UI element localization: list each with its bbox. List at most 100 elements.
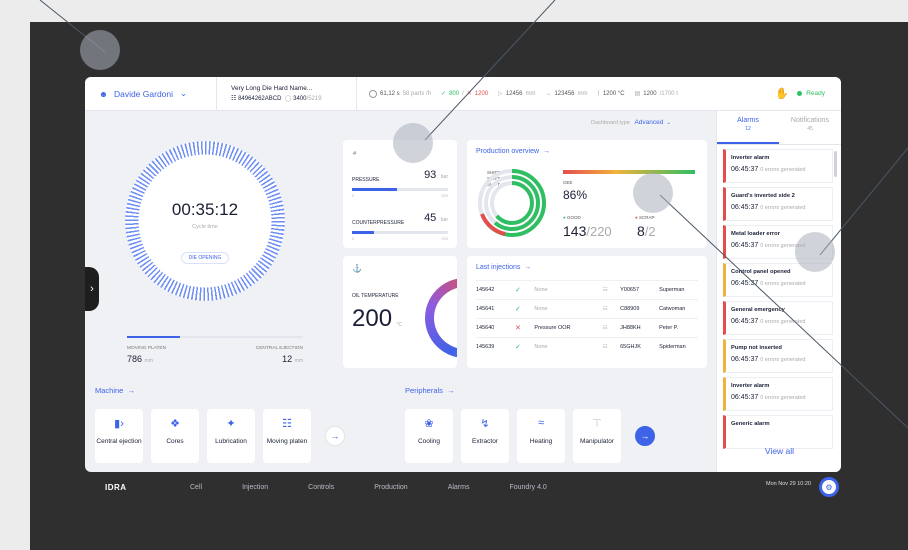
production-overview-title[interactable]: Production overview → [476, 148, 698, 155]
nav-item-cell[interactable]: Cell [190, 484, 202, 491]
view-all-button[interactable]: View all [717, 446, 841, 456]
tile-cores[interactable]: ❖ Cores [151, 409, 199, 463]
tile-central-ejection[interactable]: ▮› Central ejection [95, 409, 143, 463]
arrow-right-icon: → [542, 148, 550, 155]
status-text: Ready [806, 90, 825, 97]
tab-notifications[interactable]: Notifications 45 [779, 111, 841, 144]
counterpressure-bar [352, 231, 448, 234]
oil-temperature-value: 200 [352, 305, 393, 332]
counter-icon: ◯ [284, 96, 292, 102]
central-ejection-label: CENTRAL EJECTION [255, 346, 303, 351]
injection-note: Pressure OOR [534, 325, 571, 331]
barcode-icon: ☷ [231, 96, 237, 102]
nav-item-production[interactable]: Production [374, 484, 407, 491]
good-legend: ● GOOD [563, 215, 581, 220]
alarm-item[interactable]: General emergency 06:45:37 0 errors gener… [723, 301, 833, 335]
injections-table: 145642 ✓ None ☷ Y00657 Superman 145641 ✓ None ☷ C8… [476, 280, 698, 356]
alarm-detail: 06:45:37 0 errors generated [731, 394, 827, 401]
alarm-time: 06:45:37 [731, 394, 759, 401]
fan-icon: ❀ [424, 418, 434, 430]
moving-platen-readout: 786 mm [127, 354, 153, 364]
last-injections-title[interactable]: Last injections → [476, 264, 698, 271]
alarm-item[interactable]: Pump not inserted 06:45:37 0 errors gener… [723, 339, 833, 373]
scrap-legend: ● SCRAP [635, 215, 655, 220]
nav-item-controls[interactable]: Controls [308, 484, 334, 491]
last-injections-card: Last injections → 145642 ✓ None ☷ Y00657 Supe… [467, 256, 707, 368]
scrap-readout: 8/2 [637, 223, 656, 239]
status-dot [797, 91, 803, 96]
alarm-note: 0 errors generated [760, 357, 806, 363]
arrow-right-icon: → [330, 431, 340, 441]
dashboard-type-selector[interactable]: Dashboard type Advanced ⌄ [591, 119, 671, 126]
tile-cooling[interactable]: ❀ Cooling [405, 409, 453, 463]
logo: IDRA [105, 482, 127, 492]
settings-button[interactable]: ⚙ [819, 477, 839, 497]
cores-icon: ❖ [170, 418, 180, 430]
oil-temperature-card: ⚓ OIL TEMPERATURE 200 °C [343, 256, 457, 368]
injection-note: None [534, 287, 548, 293]
nav-item-foundry[interactable]: Foundry 4.0 [509, 484, 546, 491]
machine-section-title[interactable]: Machine → [95, 386, 135, 395]
oil-temperature-unit: °C [396, 322, 403, 328]
length-stat: ↔ 123456 mm [545, 91, 587, 97]
alarm-note: 0 errors generated [760, 319, 806, 325]
machine-tiles: ▮› Central ejection ❖ Cores ✦ Lubrication ☷… [95, 409, 345, 463]
thermometer-icon: ⌈ [597, 91, 600, 97]
power-stat: ▤ 1200/1700 t [635, 90, 678, 98]
tile-moving-platen[interactable]: ☷ Moving platen [263, 409, 311, 463]
injection-id: 145642 [476, 287, 495, 293]
alarm-detail: 06:45:37 0 errors generated [731, 356, 827, 363]
peripherals-section-title[interactable]: Peripherals → [405, 386, 455, 395]
barcode-icon: ☷ [602, 344, 608, 350]
tile-lubrication[interactable]: ✦ Lubrication [207, 409, 255, 463]
injection-code: 65GHJK [620, 344, 641, 350]
annotation-point [633, 173, 673, 213]
alarms-scrollbar[interactable] [834, 151, 837, 177]
table-row[interactable]: 145640 ✕ Pressure OOR ☷ JH88KH Peter P. [476, 318, 698, 337]
nav-item-alarms[interactable]: Alarms [448, 484, 470, 491]
injection-operator: Spiderman [659, 344, 686, 350]
tile-label: Moving platen [266, 438, 308, 445]
alarm-detail: 06:45:37 0 errors generated [731, 204, 827, 211]
oil-temperature-gauge [425, 278, 457, 358]
platen-progress-fill [127, 336, 180, 338]
tile-extractor[interactable]: ↯ Extractor [461, 409, 509, 463]
pressure-bar [352, 188, 448, 191]
user-menu[interactable]: ☻ Davide Gardoni ⌄ [85, 77, 217, 110]
tab-notifications-count: 45 [807, 126, 813, 132]
stroke-unit: mm [525, 90, 536, 97]
alarm-title: Pump not inserted [731, 345, 782, 351]
x-circle-icon: ✕ [466, 91, 472, 97]
table-row[interactable]: 145639 ✓ None ☷ 65GHJK Spiderman [476, 337, 698, 356]
temp-value: 1200 °C [602, 90, 625, 97]
chevron-right-icon: › [90, 283, 94, 295]
nav-item-injection[interactable]: Injection [242, 484, 268, 491]
tab-alarms[interactable]: Alarms 12 [717, 111, 779, 144]
alarm-item[interactable]: Inverter alarm 06:45:37 0 errors generate… [723, 149, 833, 183]
counterpressure-row: COUNTERPRESSURE 45 bar [352, 208, 448, 226]
moving-platen-value: 786 [127, 354, 143, 364]
alarm-item[interactable]: Guard's inverted side 2 06:45:37 0 errors… [723, 187, 833, 221]
machine-next-button[interactable]: → [325, 426, 345, 446]
mold-count: 3400 [293, 96, 307, 102]
platen-labels: MOVING PLATEN CENTRAL EJECTION [127, 346, 303, 351]
annotation-point [393, 123, 433, 163]
table-row[interactable]: 145641 ✓ None ☷ C88909 Catwoman [476, 299, 698, 318]
tile-manipulator[interactable]: ⊤ Manipulator [573, 409, 621, 463]
injection-code: C88909 [620, 306, 640, 312]
alarm-item[interactable]: Generic alarm [723, 415, 833, 449]
peripherals-next-button[interactable]: → [635, 426, 655, 446]
cycle-state-badge: DIE OPENING [180, 252, 230, 264]
hand-icon[interactable]: ✋ [767, 87, 797, 100]
alarm-note: 0 errors generated [760, 281, 806, 287]
table-row[interactable]: 145642 ✓ None ☷ Y00657 Superman [476, 280, 698, 299]
tile-heating[interactable]: ≈ Heating [517, 409, 565, 463]
x-circle-icon: ✕ [514, 325, 521, 332]
barcode-icon: ☷ [602, 306, 608, 312]
alarm-note: 0 errors generated [760, 395, 806, 401]
alarm-item[interactable]: Inverter alarm 06:45:37 0 errors generate… [723, 377, 833, 411]
datetime: Mon Nov 29 10:20 [766, 481, 811, 487]
cycle-count: 61,12 s [380, 90, 400, 97]
production-overview-label: Production overview [476, 148, 540, 155]
expand-panel-button[interactable]: › [85, 267, 99, 311]
